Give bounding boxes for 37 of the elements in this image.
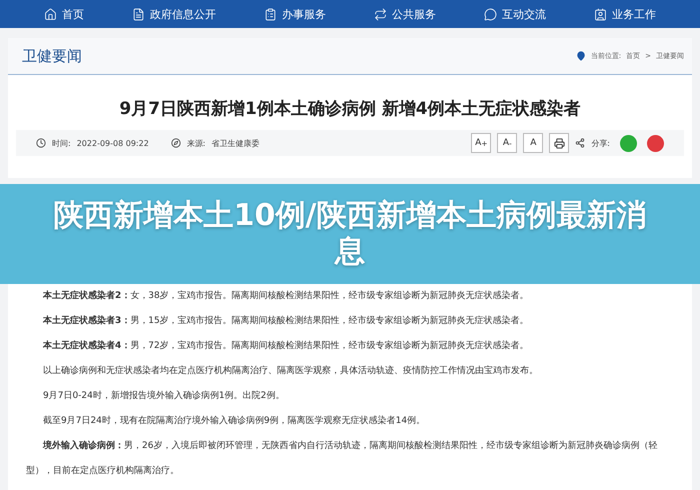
document-icon [132, 8, 145, 20]
share-icon [575, 138, 586, 148]
font-size-button[interactable]: A [523, 133, 544, 153]
source-label: 来源: [186, 138, 206, 148]
nav-link[interactable]: 公共服务 [374, 6, 436, 22]
body-paragraph: 境外输入确诊病例：男，26岁，入境后即被闭环管理，无陕西省内自行活动轨迹，隔离期间核酸检测结果阳性，经市级专家组诊断为新冠肺炎确诊病例（轻 [42, 439, 658, 453]
clipboard-icon [264, 8, 277, 20]
share-label: 分享: [591, 138, 610, 148]
chat-bubble-icon [484, 8, 497, 20]
time-label: 时间: [52, 138, 71, 148]
body-paragraph: 本土无症状感染者3：男，15岁，宝鸡市报告。隔离期间核酸检测结果阳性，经市级专家组诊断为新冠肺炎无症状感染者。 [42, 314, 530, 328]
nav-link[interactable]: 首页 [44, 6, 84, 22]
body-paragraph: 本土无症状感染者4：男，72岁，宝鸡市报告。隔离期间核酸检测结果阳性，经市级专家组诊断为新冠肺炎无症状感染者。 [42, 339, 530, 353]
compass-icon [170, 138, 181, 148]
nav-link[interactable]: 政府信息公开 [132, 6, 216, 22]
banner-title: 陕西新增本土10例/陕西新增本土病例最新消息 [52, 198, 648, 270]
nav-link[interactable]: 业务工作 [594, 6, 656, 22]
printer-icon [554, 138, 565, 148]
body-paragraph: 9月7日0-24时，新增报告境外输入确诊病例1例。出院2例。 [42, 390, 286, 403]
social-share-icon[interactable] [620, 134, 637, 152]
body-paragraph: 以上确诊病例和无症状感染者均在定点医疗机构隔离治疗、隔离医学观察，具体活动轨迹、疫情防控工作情况由宝鸡市发布。 [42, 364, 539, 378]
print-button[interactable] [549, 133, 570, 153]
source-value: 省卫生健康委 [212, 138, 260, 148]
social-share-icon[interactable] [647, 134, 664, 152]
body-paragraph: 本土无症状感染者2：女，38岁，宝鸡市报告。隔离期间核酸检测结果阳性，经市级专家组诊断为新冠肺炎无症状感染者。 [42, 289, 530, 303]
body-paragraph: 截至9月7日24时，现有在院隔离治疗境外输入确诊病例9例，隔离医学观察无症状感染者14例。 [42, 414, 426, 428]
map-pin-icon [576, 51, 586, 61]
nav-link[interactable]: 互动交流 [484, 6, 546, 22]
article-title: 9月7日陕西新增1例本土确诊病例 新增4例本土无症状感染者 [118, 98, 582, 120]
section-title: 卫健要闻 [22, 46, 82, 66]
time-value: 2022-09-08 09:22 [76, 138, 149, 148]
id-card-icon [594, 8, 607, 20]
home-icon [44, 8, 57, 20]
swap-arrows-icon [374, 8, 387, 20]
body-paragraph: 型），目前在定点医疗机构隔离治疗。 [25, 464, 180, 478]
clock-icon [36, 138, 46, 148]
nav-link[interactable]: 办事服务 [264, 6, 326, 22]
